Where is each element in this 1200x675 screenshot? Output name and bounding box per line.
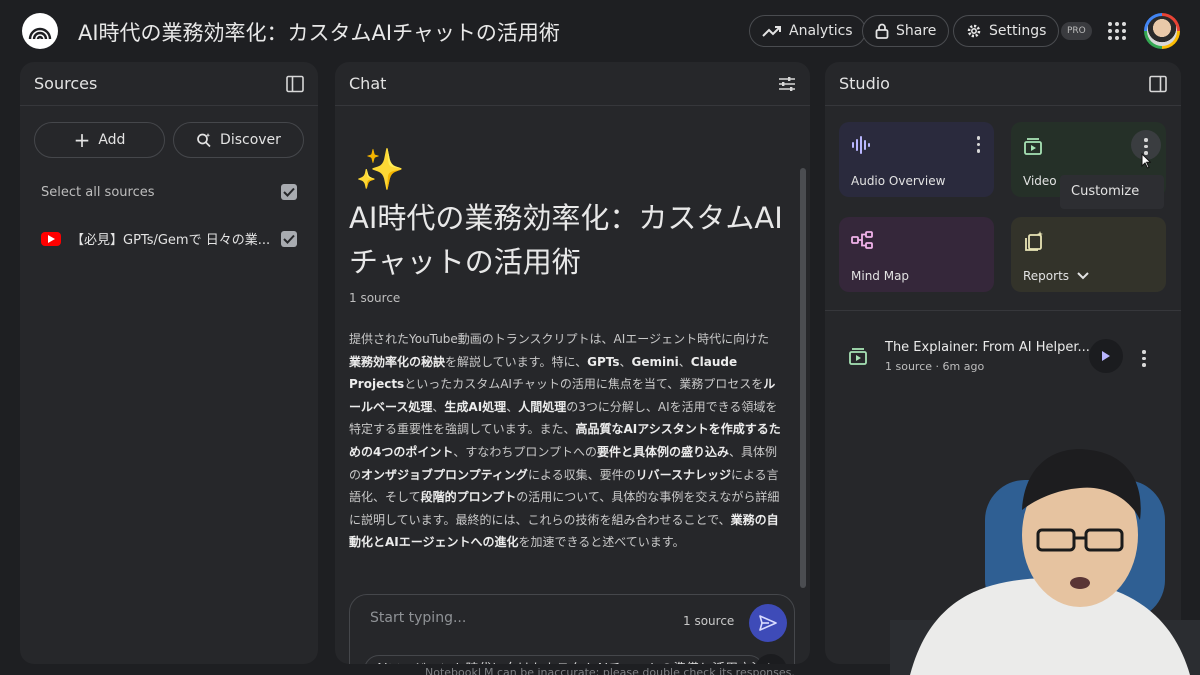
lock-icon (875, 23, 889, 39)
mind-map-tile[interactable]: Mind Map (839, 217, 994, 292)
reports-label-row: Reports (1023, 269, 1089, 283)
summary-segment: GPTs (587, 354, 620, 369)
sparkle-icon: ✨ (355, 147, 405, 193)
play-button[interactable] (1089, 339, 1123, 373)
add-label: Add (98, 132, 126, 148)
discover-search-icon (197, 133, 211, 148)
collapse-panel-icon[interactable] (286, 75, 304, 93)
summary-segment: 、 (432, 399, 445, 414)
video-note-icon (849, 348, 867, 365)
webcam-overlay (890, 440, 1200, 675)
analytics-label: Analytics (789, 23, 853, 39)
studio-title: Studio (839, 74, 890, 93)
summary-segment: を解説しています。特に、 (445, 354, 588, 369)
apps-grid-icon[interactable] (1108, 22, 1126, 40)
pro-badge: PRO (1061, 22, 1092, 40)
select-all-row[interactable]: Select all sources (41, 184, 297, 200)
select-all-label: Select all sources (41, 184, 155, 200)
summary-segment: 人間処理 (518, 399, 567, 414)
summary-segment: 提供されたYouTube動画のトランスクリプトは、AIエージェント時代に向けた (349, 332, 770, 346)
page-title[interactable]: AI時代の業務効率化：カスタムAIチャットの活用術 (78, 17, 560, 47)
summary-segment: 業務効率化の秘訣 (349, 354, 446, 369)
mind-map-icon (851, 231, 873, 249)
reports-icon (1025, 231, 1043, 251)
notebook-summary: 提供されたYouTube動画のトランスクリプトは、AIエージェント時代に向けた業… (349, 328, 781, 554)
summary-segment: オンザジョブプロンプティング (361, 467, 528, 482)
chat-header: Chat (335, 62, 810, 106)
summary-segment: による収集、要件の (527, 467, 636, 482)
audio-wave-icon (852, 136, 870, 154)
summary-segment: 段階的プロンプト (420, 490, 517, 505)
disclaimer: NotebookLM can be inaccurate; please dou… (425, 666, 795, 675)
mouse-cursor-icon (1141, 153, 1151, 169)
chat-composer: 1 source AIエージェント時代に向けたカスタムAIチャットの準備と活用方… (349, 594, 795, 664)
play-icon (1102, 351, 1110, 361)
studio-divider (825, 310, 1181, 311)
summary-segment: リバースナレッジ (635, 467, 731, 482)
summary-segment: 、 (619, 354, 632, 369)
note-meta: 1 source · 6m ago (885, 360, 985, 373)
studio-header: Studio (825, 62, 1181, 106)
source-count: 1 source (349, 291, 401, 305)
chat-title: Chat (349, 74, 387, 93)
composer-source-count: 1 source (683, 614, 735, 628)
source-item-label: 【必見】GPTs/Gemで 日々の業... (71, 233, 271, 248)
summary-segment: を加速できると述べています。 (518, 535, 685, 550)
youtube-icon (41, 231, 61, 246)
video-icon (1024, 138, 1042, 155)
tune-icon[interactable] (778, 76, 796, 92)
reports-tile[interactable]: Reports (1011, 217, 1166, 292)
discover-label: Discover (220, 132, 281, 148)
chevron-right-icon (768, 663, 770, 664)
chat-panel: Chat ✨ AI時代の業務効率化：カスタムAIチャットの活用術 1 sourc… (335, 62, 810, 664)
discover-button[interactable]: Discover (173, 122, 304, 158)
select-all-checkbox[interactable] (281, 184, 297, 200)
suggested-question[interactable]: AIエージェント時代に向けたカスタムAIチャットの準備と活用方法 (364, 655, 764, 664)
summary-segment: 生成AI処理 (444, 399, 507, 414)
audio-more-icon[interactable] (976, 136, 980, 153)
send-button[interactable] (749, 604, 787, 642)
sources-header: Sources (20, 62, 318, 106)
notebooklm-logo[interactable] (22, 13, 58, 49)
customize-tooltip[interactable]: Customize (1060, 175, 1164, 209)
summary-segment: といったカスタムAIチャットの活用に焦点を当て、業務プロセスを (404, 377, 764, 392)
app-header: AI時代の業務効率化：カスタムAIチャットの活用術 Analytics Shar… (0, 0, 1200, 62)
plus-icon: + (73, 128, 91, 152)
share-button[interactable]: Share (862, 15, 950, 47)
summary-segment: 、 (506, 399, 519, 414)
chat-body: ✨ AI時代の業務効率化：カスタムAIチャットの活用術 1 source 提供さ… (335, 106, 810, 664)
trending-up-icon (762, 26, 781, 37)
summary-segment: Gemini (631, 354, 679, 369)
chat-input[interactable] (370, 610, 670, 626)
send-icon (759, 615, 777, 631)
add-source-button[interactable]: + Add (34, 122, 165, 158)
settings-label: Settings (989, 23, 1047, 39)
analytics-button[interactable]: Analytics (749, 15, 866, 47)
summary-segment: 、すなわちプロンプトへの (453, 444, 598, 459)
audio-overview-tile[interactable]: Audio Overview (839, 122, 994, 197)
note-title: The Explainer: From AI Helper... (885, 340, 1090, 355)
source-item[interactable]: 【必見】GPTs/Gemで 日々の業... (41, 229, 297, 248)
mind-map-label: Mind Map (851, 269, 910, 283)
avatar[interactable] (1144, 13, 1180, 49)
notebook-title: AI時代の業務効率化：カスタムAIチャットの活用術 (349, 201, 783, 279)
source-item-checkbox[interactable] (281, 230, 297, 247)
sources-panel: Sources + Add Discover Select all source… (20, 62, 318, 664)
summary-segment: 、 (678, 354, 691, 369)
suggestion-next-button[interactable] (755, 654, 787, 664)
settings-button[interactable]: Settings (953, 15, 1060, 47)
chevron-down-icon[interactable] (1077, 272, 1089, 280)
share-label: Share (896, 23, 937, 39)
collapse-panel-icon[interactable] (1149, 75, 1167, 93)
chat-scrollbar[interactable] (800, 168, 806, 588)
audio-overview-label: Audio Overview (851, 174, 946, 188)
summary-segment: 要件と具体例の盛り込み (597, 444, 730, 459)
note-more-icon[interactable] (1142, 350, 1146, 367)
gear-icon (967, 24, 981, 38)
reports-label: Reports (1023, 269, 1070, 283)
sources-title: Sources (34, 74, 98, 93)
